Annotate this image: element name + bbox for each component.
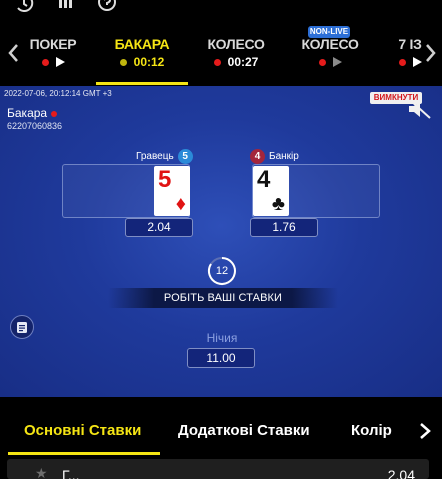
help-icon[interactable]	[97, 0, 117, 12]
live-dot-icon	[398, 58, 406, 66]
tie-odds-button[interactable]: 11.00	[187, 348, 255, 368]
bet-tabs: Основні Ставки Додаткові Ставки Колір ★ …	[0, 397, 442, 479]
banker-odds-button[interactable]: 1.76	[250, 218, 318, 237]
play-icon	[55, 57, 65, 67]
tab-extra-bets[interactable]: Додаткові Ставки	[178, 422, 310, 439]
place-bets-banner: РОБІТЬ ВАШІ СТАВКИ	[108, 288, 338, 308]
game-timer: 00:12	[133, 55, 165, 69]
game-name: КОЛЕСО	[207, 36, 265, 52]
game-name: КОЛЕСО	[301, 36, 359, 52]
banker-card: 4 ♣	[253, 166, 289, 216]
card-rank: 5	[158, 166, 172, 193]
live-dot-icon	[213, 58, 221, 66]
banker-score: 4	[250, 149, 265, 164]
active-game-indicator	[96, 82, 188, 85]
game-timer: 00:27	[227, 55, 259, 69]
tab-color[interactable]: Колір	[351, 422, 392, 439]
game-name: БАКАРА	[114, 36, 170, 52]
live-dot-icon	[51, 110, 58, 117]
game-wheel-nonlive[interactable]: КОЛЕСО	[294, 36, 366, 69]
active-tab-indicator	[8, 452, 160, 455]
history-icon[interactable]	[14, 0, 34, 12]
countdown: 12	[215, 265, 229, 277]
live-dot-icon	[318, 58, 326, 66]
game-strip: ПОКЕР БАКАРА 00:12 КОЛЕСО 00:27 NON-LIVE…	[0, 20, 442, 86]
round-id: 62207060836	[7, 121, 63, 131]
timestamp: 2022-07-06, 20:12:14 GMT +3	[4, 89, 112, 98]
player-card: 5 ♦	[154, 166, 190, 216]
play-icon	[412, 57, 422, 67]
chevron-left-icon[interactable]	[6, 42, 20, 64]
mute-icon[interactable]	[406, 98, 432, 120]
player-odds-button[interactable]: 2.04	[125, 218, 193, 237]
stats-icon[interactable]	[56, 0, 76, 12]
club-icon: ♣	[271, 193, 285, 215]
chevron-right-icon[interactable]	[415, 421, 435, 441]
baccarat-table: 2022-07-06, 20:12:14 GMT +3 Бакара 62207…	[0, 86, 442, 397]
tie-label: Нічия	[206, 331, 238, 345]
banker-label: 4 Банкір	[250, 149, 299, 164]
game-wheel[interactable]: КОЛЕСО 00:27	[200, 36, 272, 69]
bet-odds: 2.04	[387, 467, 415, 479]
live-dot-icon	[119, 58, 127, 66]
game-baccarat[interactable]: БАКАРА 00:12	[110, 36, 174, 69]
bet-label: Г...	[62, 467, 80, 479]
chat-icon[interactable]	[10, 315, 34, 339]
play-icon	[332, 57, 342, 67]
top-toolbar	[0, 0, 442, 20]
game-name: ПОКЕР	[29, 36, 77, 52]
star-icon[interactable]: ★	[35, 465, 48, 479]
game-poker[interactable]: ПОКЕР	[26, 36, 80, 69]
diamond-icon: ♦	[175, 193, 186, 215]
live-dot-icon	[41, 58, 49, 66]
tab-main-bets[interactable]: Основні Ставки	[24, 422, 141, 439]
chevron-right-icon[interactable]	[424, 42, 438, 64]
card-rank: 4	[257, 166, 271, 193]
player-label: Гравець 5	[136, 149, 193, 164]
bet-row[interactable]: ★ Г... 2.04	[7, 459, 429, 479]
player-score: 5	[177, 149, 193, 164]
table-name: Бакара	[7, 106, 58, 120]
